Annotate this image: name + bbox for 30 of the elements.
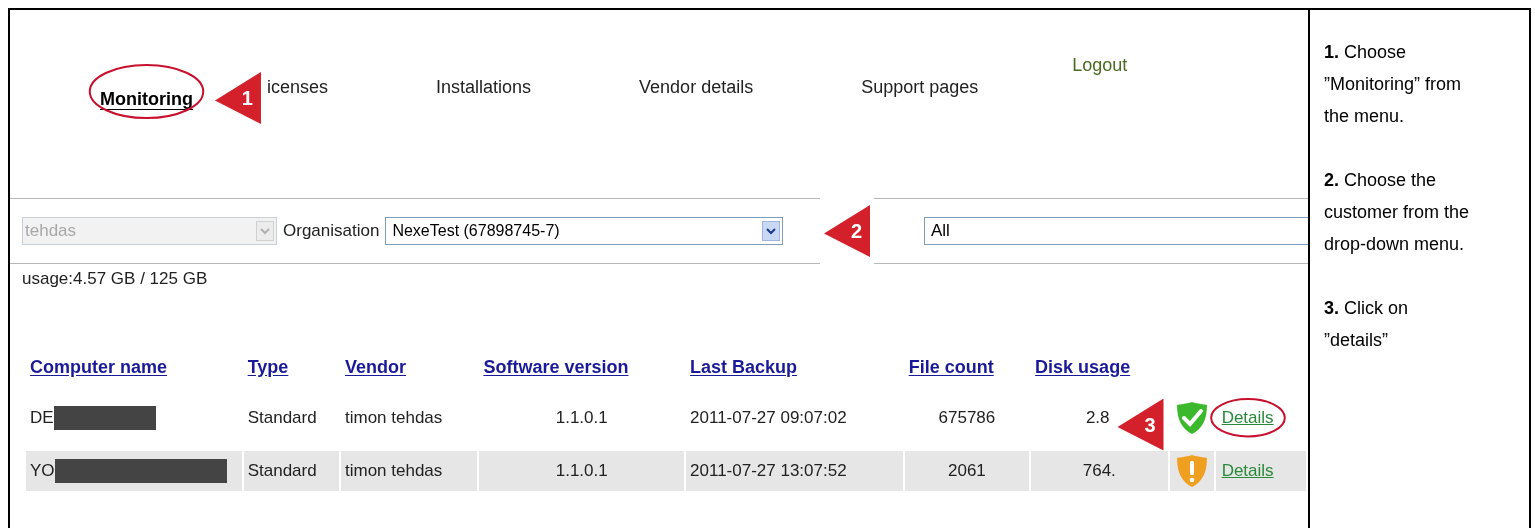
column-header-link[interactable]: Computer name [30, 356, 168, 377]
step-marker: 3 [1117, 398, 1164, 451]
nav-tab[interactable]: Support pages [861, 74, 979, 101]
table-cell: 2061 [904, 450, 1030, 491]
table-cell: 1.1.0.1 [479, 450, 685, 491]
organisation-label: Organisation [283, 220, 380, 243]
nav-tab[interactable]: Installations [436, 74, 532, 101]
column-header-link[interactable]: File count [908, 356, 994, 377]
instruction-text: 1. Choose ”Monitoring” from the menu. [1324, 41, 1463, 128]
nav-tab[interactable]: Vendor details [639, 74, 754, 101]
table-cell: 764. [1031, 450, 1168, 491]
column-header-link[interactable]: Type [247, 356, 289, 377]
computer-name-text: YO [30, 459, 55, 482]
table-cell: timon tehdas [340, 450, 478, 491]
step-marker: 1 [215, 72, 261, 124]
instruction-text: 2. Choose the customer from the drop-down menu. [1324, 169, 1471, 256]
instruction-text: 3. Click on ”details” [1324, 297, 1410, 352]
table-cell: 2011-07-27 13:07:52 [686, 450, 903, 491]
filter-field[interactable]: All [924, 217, 1308, 245]
table-cell: Standard [243, 450, 339, 491]
usage-text: usage:4.57 GB / 125 GB [21, 268, 209, 290]
column-header-link[interactable]: Software version [483, 356, 629, 377]
computer-name-text: DE [30, 406, 54, 429]
column-header-link[interactable]: Last Backup [690, 356, 798, 377]
column-header-link[interactable]: Vendor [344, 356, 406, 377]
organisation-select[interactable]: NexeTest (67898745-7) [385, 217, 784, 245]
nav-tab[interactable]: icenses [267, 74, 328, 101]
column-header-link[interactable]: Disk usage [1035, 356, 1131, 377]
step-marker: 2 [824, 205, 870, 257]
logout-link[interactable]: Logout [1072, 52, 1128, 79]
